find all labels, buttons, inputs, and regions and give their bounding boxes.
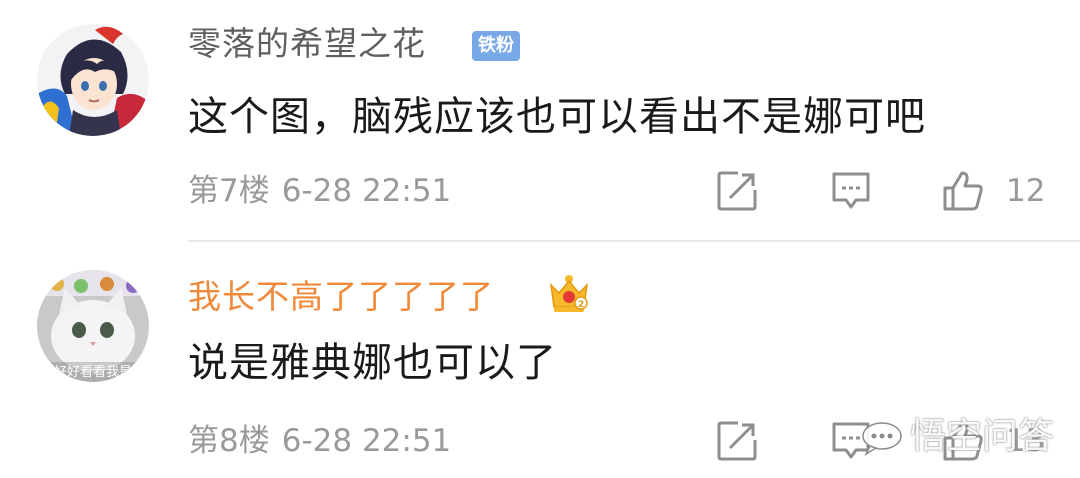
avatar[interactable]: 好好看看我是 xyxy=(37,270,149,382)
comment-icon xyxy=(832,172,870,209)
avatar-caption: 好好看看我是 xyxy=(54,364,132,380)
username[interactable]: 我长不高了了了了了 xyxy=(188,277,494,317)
comment-text: 说是雅典娜也可以了 xyxy=(188,340,557,386)
comment-text: 这个图，脑残应该也可以看出不是娜可吧 xyxy=(188,94,926,140)
watermark: 悟空问答 xyxy=(860,412,1054,462)
anime-character-avatar-icon xyxy=(37,24,149,136)
floor-number: 第7楼 xyxy=(188,173,270,209)
chat-bubble-icon xyxy=(862,422,902,456)
fan-badge: 铁粉 xyxy=(472,31,520,61)
watermark-text: 悟空问答 xyxy=(910,416,1055,457)
timestamp: 6-28 22:51 xyxy=(281,423,452,459)
share-icon xyxy=(717,171,757,211)
avatar[interactable] xyxy=(37,24,149,136)
comment-meta: 第7楼 6-28 22:51 xyxy=(188,172,451,210)
crown-icon: 2 xyxy=(549,275,589,312)
comment-meta: 第8楼 6-28 22:51 xyxy=(188,422,451,460)
like-count: 12 xyxy=(1006,173,1046,209)
share-button[interactable] xyxy=(716,170,758,212)
reply-button[interactable] xyxy=(830,170,872,212)
white-cat-avatar-icon: 好好看看我是 xyxy=(37,270,149,382)
vip-badge: 2 xyxy=(548,273,590,315)
timestamp: 6-28 22:51 xyxy=(281,173,452,209)
svg-text:2: 2 xyxy=(578,300,584,310)
comment-item: 零落的希望之花 铁粉 这个图，脑残应该也可以看出不是娜可吧 第7楼 6-28 22… xyxy=(0,0,1080,240)
share-icon xyxy=(717,421,757,461)
share-button[interactable] xyxy=(716,420,758,462)
like-button[interactable] xyxy=(942,170,984,212)
thumbs-up-icon xyxy=(943,171,983,211)
floor-number: 第8楼 xyxy=(188,423,270,459)
username[interactable]: 零落的希望之花 xyxy=(188,24,426,64)
